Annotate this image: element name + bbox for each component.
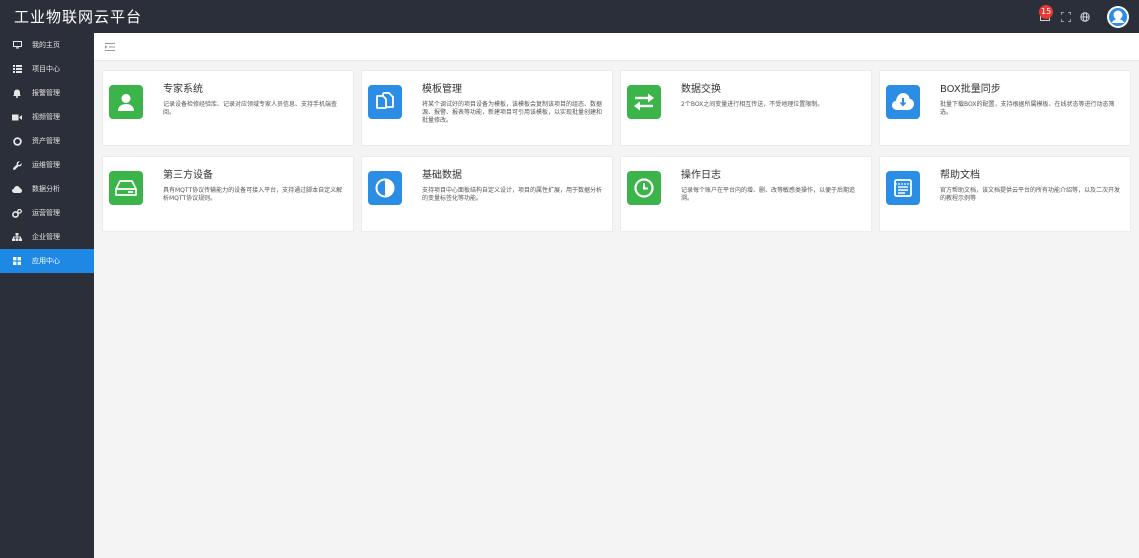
sidebar-item-app-center[interactable]: 应用中心: [0, 249, 94, 273]
card-box-batch-sync[interactable]: BOX批量同步 批量下载BOX的配置，支持根据所属模板、在线状态等进行动态筛选。: [879, 70, 1131, 146]
fullscreen-icon[interactable]: [1061, 11, 1071, 22]
card-description: 具有MQTT协议传输能力的设备可接入平台，支持通过脚本自定义解析MQTT协议规则…: [163, 187, 343, 202]
user-avatar-icon: [1109, 7, 1127, 26]
monitor-icon: [12, 40, 22, 50]
menu-fold-icon[interactable]: [105, 42, 115, 52]
sidebar-item-label: 运维管理: [32, 161, 60, 169]
card-title: 专家系统: [163, 84, 203, 95]
card-description: 2个BOX之间变量进行相互传送，不受地理位置限制。: [681, 101, 824, 108]
card-title: 操作日志: [681, 170, 721, 181]
org-icon: [12, 232, 22, 242]
gears-icon: [12, 208, 22, 218]
sidebar-item-label: 我的主页: [32, 41, 60, 49]
sidebar-item-alarms[interactable]: 报警管理: [0, 81, 94, 105]
sidebar-item-label: 应用中心: [32, 257, 60, 265]
card-description: 官方帮助文档，该文档提供云平台的所有功能介绍等，以及二次开发的教程示例等: [940, 187, 1121, 202]
sidebar-item-label: 运营管理: [32, 209, 60, 217]
wrench-icon: [12, 160, 22, 170]
card-data-exchange[interactable]: 数据交换 2个BOX之间变量进行相互传送，不受地理位置限制。: [620, 70, 872, 146]
card-description: 支持项目中心面板结构自定义设计，项目的属性扩展，用于数据分析的变量标签化等功能。: [422, 187, 603, 202]
copy-icon: [368, 85, 402, 119]
avatar[interactable]: [1107, 5, 1129, 28]
card-template-management[interactable]: 模板管理 将某个调试好的项目设备为模板，该模板会复制该项目的组态、数据源、报警、…: [361, 70, 613, 146]
card-operation-log[interactable]: 操作日志 记录每个账户在平台内的增、删、改等敏感类操作，以便于后期追溯。: [620, 156, 872, 232]
grid-icon: [12, 256, 22, 266]
sidebar-item-label: 企业管理: [32, 233, 60, 241]
sidebar-item-label: 项目中心: [32, 65, 60, 73]
card-title: BOX批量同步: [940, 84, 1001, 95]
globe-icon[interactable]: [1080, 11, 1090, 22]
top-icons: 15: [1038, 0, 1129, 33]
sidebar: 我的主页 项目中心 报警管理 视频管理 资产管理 运维管理 数据分析 运营管理 …: [0, 33, 94, 558]
sidebar-item-label: 数据分析: [32, 185, 60, 193]
hdd-icon: [109, 171, 143, 205]
clock-icon: [627, 171, 661, 205]
cloud-download-icon: [886, 85, 920, 119]
card-description: 记录设备检修经验库、记录对应领域专家人员信息、支持手机端查阅。: [163, 101, 338, 116]
card-title: 数据交换: [681, 84, 721, 95]
sidebar-item-home[interactable]: 我的主页: [0, 33, 94, 57]
card-expert-system[interactable]: 专家系统 记录设备检修经验库、记录对应领域专家人员信息、支持手机端查阅。: [102, 70, 354, 146]
notification-button[interactable]: 15: [1038, 4, 1054, 24]
contrast-icon: [368, 171, 402, 205]
card-title: 帮助文档: [940, 170, 980, 181]
sidebar-item-label: 资产管理: [32, 137, 60, 145]
sidebar-item-label: 视频管理: [32, 113, 60, 121]
circle-icon: [12, 136, 22, 146]
app-grid: 专家系统 记录设备检修经验库、记录对应领域专家人员信息、支持手机端查阅。 模板管…: [102, 70, 1132, 232]
notification-badge: 15: [1039, 4, 1054, 19]
list-icon: [12, 64, 22, 74]
sidebar-item-projects[interactable]: 项目中心: [0, 57, 94, 81]
sidebar-item-label: 报警管理: [32, 89, 60, 97]
cloud-icon: [12, 184, 22, 194]
card-title: 模板管理: [422, 84, 462, 95]
sidebar-item-analytics[interactable]: 数据分析: [0, 177, 94, 201]
card-description: 记录每个账户在平台内的增、删、改等敏感类操作，以便于后期追溯。: [681, 187, 856, 202]
card-description: 批量下载BOX的配置，支持根据所属模板、在线状态等进行动态筛选。: [940, 101, 1115, 116]
bell-icon: [12, 88, 22, 98]
sidebar-item-maintenance[interactable]: 运维管理: [0, 153, 94, 177]
sidebar-item-enterprise[interactable]: 企业管理: [0, 225, 94, 249]
user-icon: [109, 85, 143, 119]
card-help-docs[interactable]: 帮助文档 官方帮助文档，该文档提供云平台的所有功能介绍等，以及二次开发的教程示例…: [879, 156, 1131, 232]
exchange-icon: [627, 85, 661, 119]
document-icon: [886, 171, 920, 205]
top-bar: 工业物联网云平台 15: [0, 0, 1139, 33]
sidebar-item-operations[interactable]: 运营管理: [0, 201, 94, 225]
card-title: 第三方设备: [163, 170, 213, 181]
card-title: 基础数据: [422, 170, 462, 181]
breadcrumb-bar: [94, 33, 1139, 61]
main-content: 专家系统 记录设备检修经验库、记录对应领域专家人员信息、支持手机端查阅。 模板管…: [94, 33, 1139, 558]
card-description: 将某个调试好的项目设备为模板，该模板会复制该项目的组态、数据源、报警、报表等功能…: [422, 101, 603, 124]
card-third-party-device[interactable]: 第三方设备 具有MQTT协议传输能力的设备可接入平台，支持通过脚本自定义解析MQ…: [102, 156, 354, 232]
sidebar-item-assets[interactable]: 资产管理: [0, 129, 94, 153]
sidebar-item-video[interactable]: 视频管理: [0, 105, 94, 129]
app-title: 工业物联网云平台: [14, 8, 143, 26]
card-basic-data[interactable]: 基础数据 支持项目中心面板结构自定义设计，项目的属性扩展，用于数据分析的变量标签…: [361, 156, 613, 232]
video-icon: [12, 112, 22, 122]
